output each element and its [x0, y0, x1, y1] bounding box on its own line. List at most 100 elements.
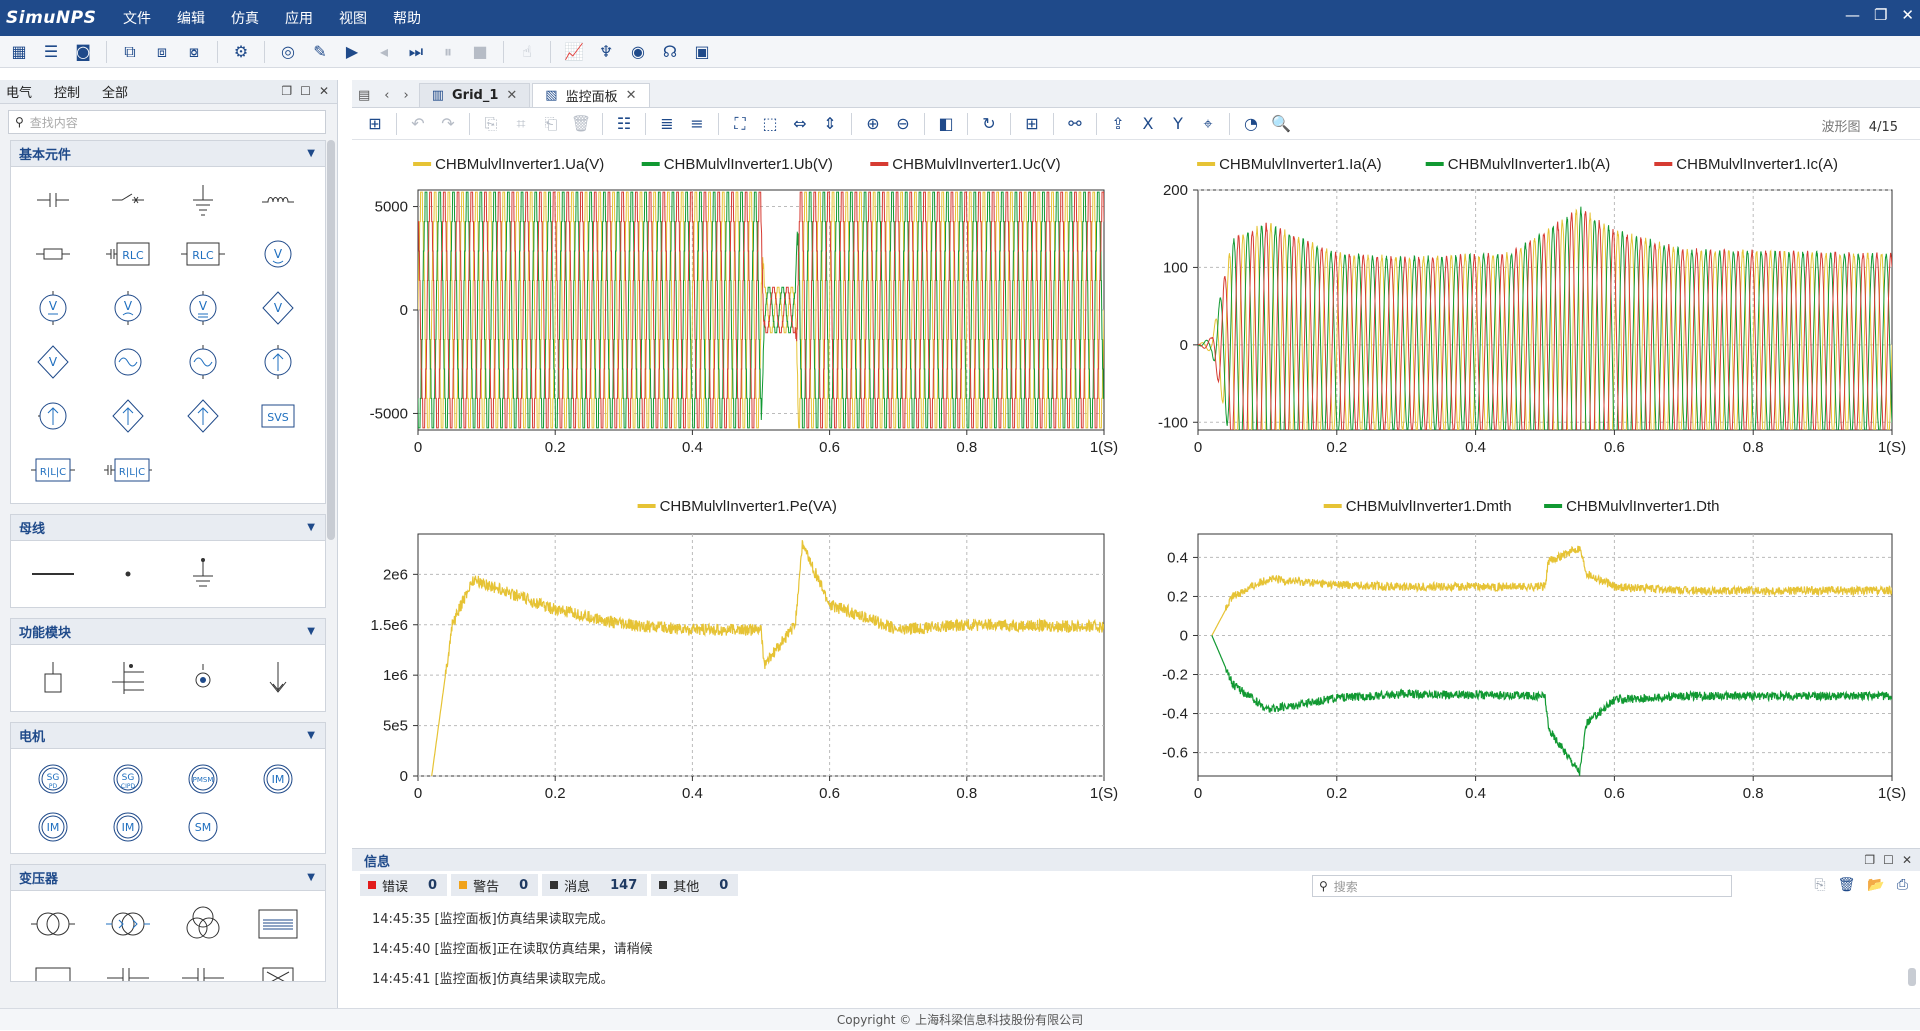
current-source-ground-icon[interactable]	[35, 398, 71, 434]
calendar-icon[interactable]: ▣	[689, 40, 715, 64]
transformer-box-icon[interactable]	[30, 960, 76, 982]
menu-file[interactable]: 文件	[110, 8, 164, 28]
style-icon[interactable]: ◧	[933, 112, 959, 136]
maximize-panel-icon[interactable]: ☐	[300, 84, 311, 98]
menu-simulate[interactable]: 仿真	[218, 8, 272, 28]
list-icon[interactable]: ☰	[38, 40, 64, 64]
menu-edit[interactable]: 编辑	[164, 8, 218, 28]
ground-icon[interactable]	[185, 182, 221, 218]
menu-view[interactable]: 视图	[326, 8, 380, 28]
tab-monitor-panel[interactable]: ▧ 监控面板 ✕	[532, 83, 650, 107]
new-panel-icon[interactable]: ⊞	[362, 112, 388, 136]
controlled-current-source-2-icon[interactable]	[185, 398, 221, 434]
filter-other[interactable]: 其他 0	[651, 874, 739, 896]
print-icon[interactable]: ⎙	[1897, 877, 1908, 893]
run-icon[interactable]: ▶	[339, 40, 365, 64]
open-folder-icon[interactable]: 📂	[1867, 877, 1884, 893]
refresh-icon[interactable]: ↻	[976, 112, 1002, 136]
fit-icon[interactable]: ⛶	[727, 112, 753, 136]
filter-warnings[interactable]: 警告 0	[451, 874, 539, 896]
x-axis-icon[interactable]: X	[1135, 112, 1161, 136]
parameter-icon[interactable]: ♆	[593, 40, 619, 64]
tab-all[interactable]: 全部	[102, 82, 128, 101]
transformer-x-icon[interactable]	[255, 960, 301, 982]
library-search-input[interactable]: ⚲ 查找内容	[8, 110, 326, 134]
save-icon[interactable]: ◙	[70, 40, 96, 64]
voltage-source-dc-icon[interactable]: V	[185, 290, 221, 326]
clear-log-icon[interactable]: 🗑	[1838, 877, 1856, 893]
y-axis-icon[interactable]: Y	[1165, 112, 1191, 136]
sg-cipd-icon[interactable]: SGCIPD	[110, 761, 146, 797]
pmsm-icon[interactable]: PMSM	[185, 761, 221, 797]
library-scrollbar[interactable]	[327, 140, 335, 540]
maximize-panel-icon[interactable]: ☐	[1883, 853, 1894, 867]
sm-icon[interactable]: SM	[185, 809, 221, 845]
voltage-source-ac-icon[interactable]: V	[110, 290, 146, 326]
measurement-point-icon[interactable]	[185, 660, 221, 696]
tab-list-icon[interactable]: ▤	[358, 88, 370, 103]
compile-icon[interactable]: ◎	[275, 40, 301, 64]
dashboard-icon[interactable]: ▦	[6, 40, 32, 64]
tab-grid-1[interactable]: ▥ Grid_1 ✕	[418, 83, 531, 107]
group-header[interactable]: 功能模块 ▼	[11, 619, 325, 645]
sg-pd-icon[interactable]: SGPD	[35, 761, 71, 797]
chevron-right-icon[interactable]: ›	[404, 88, 409, 103]
settings-sliders-icon[interactable]: ⚙	[228, 40, 254, 64]
filter-errors[interactable]: 错误 0	[360, 874, 448, 896]
layout-rows-icon[interactable]: ☷	[611, 112, 637, 136]
tab-control[interactable]: 控制	[54, 82, 80, 101]
group-header[interactable]: 变压器 ▼	[11, 865, 325, 891]
copy-log-icon[interactable]: ⎘	[1814, 877, 1825, 893]
controlled-current-source-icon[interactable]	[110, 398, 146, 434]
breaker-block-icon[interactable]	[110, 660, 146, 696]
resistor-icon[interactable]	[35, 236, 71, 272]
record-icon[interactable]: ◉	[625, 40, 651, 64]
zoom-out-icon[interactable]: ⊖	[890, 112, 916, 136]
group-header[interactable]: 基本元件 ▼	[11, 141, 325, 167]
maximize-button[interactable]: ❐	[1874, 6, 1887, 24]
bus-node-icon[interactable]	[110, 556, 146, 592]
fit-horizontal-icon[interactable]: ⇔	[787, 112, 813, 136]
bus-ground-icon[interactable]	[185, 556, 221, 592]
transformer-core-icon[interactable]	[255, 906, 301, 942]
pie-chart-icon[interactable]: ◔	[1238, 112, 1264, 136]
plot-voltage[interactable]: CHBMulvlInverter1.Ua(V) CHBMulvlInverter1…	[352, 142, 1132, 484]
ac-source-2-icon[interactable]	[185, 344, 221, 380]
close-panel-icon[interactable]: ✕	[319, 84, 329, 98]
crosshair-icon[interactable]: ⌖	[1195, 112, 1221, 136]
align-left-icon[interactable]: ≣	[654, 112, 680, 136]
float-panel-icon[interactable]: ❐	[1864, 853, 1875, 867]
close-tab-icon[interactable]: ✕	[626, 88, 637, 103]
connect-icon[interactable]: ⚯	[1062, 112, 1088, 136]
im-icon[interactable]: IM	[35, 809, 71, 845]
edit-icon[interactable]: ✎	[307, 40, 333, 64]
plot-dmth-dth[interactable]: CHBMulvlInverter1.Dmth CHBMulvlInverter1.…	[1132, 484, 1920, 828]
fit-vertical-icon[interactable]: ⇕	[817, 112, 843, 136]
switch-icon[interactable]	[110, 182, 146, 218]
plot-power[interactable]: CHBMulvlInverter1.Pe(VA) 0 0.2 0.4 0.6 0.8 1(S…	[352, 484, 1132, 828]
transformer-yd-icon[interactable]	[105, 906, 151, 942]
controlled-voltage-source-2-icon[interactable]: V	[35, 344, 71, 380]
chart-icon[interactable]: 📈	[561, 40, 587, 64]
close-tab-icon[interactable]: ✕	[506, 88, 517, 103]
grid-toggle-icon[interactable]: ⊞	[1019, 112, 1045, 136]
im-icon[interactable]: IM	[110, 809, 146, 845]
close-panel-icon[interactable]: ✕	[1902, 853, 1912, 867]
close-window-button[interactable]: ✕	[1901, 6, 1914, 24]
controlled-voltage-source-icon[interactable]: V	[260, 290, 296, 326]
menu-help[interactable]: 帮助	[380, 8, 434, 28]
headset-icon[interactable]: ☊	[657, 40, 683, 64]
log-scrollbar[interactable]	[1908, 968, 1916, 986]
menu-apply[interactable]: 应用	[272, 8, 326, 28]
transformer-capacitor-2-icon[interactable]	[180, 960, 226, 982]
export-icon[interactable]: ⇪	[1105, 112, 1131, 136]
rlc-series-icon[interactable]: R|L|C	[30, 452, 76, 488]
magnify-icon[interactable]: 🔍	[1268, 112, 1294, 136]
export-project-icon[interactable]: ⧇	[181, 40, 207, 64]
three-winding-transformer-icon[interactable]	[183, 904, 223, 944]
align-right-icon[interactable]: ≡	[684, 112, 710, 136]
bus-line-icon[interactable]	[30, 556, 76, 592]
two-winding-transformer-icon[interactable]	[30, 906, 76, 942]
tab-electrical[interactable]: 电气	[6, 82, 32, 101]
block-icon[interactable]	[35, 660, 71, 696]
